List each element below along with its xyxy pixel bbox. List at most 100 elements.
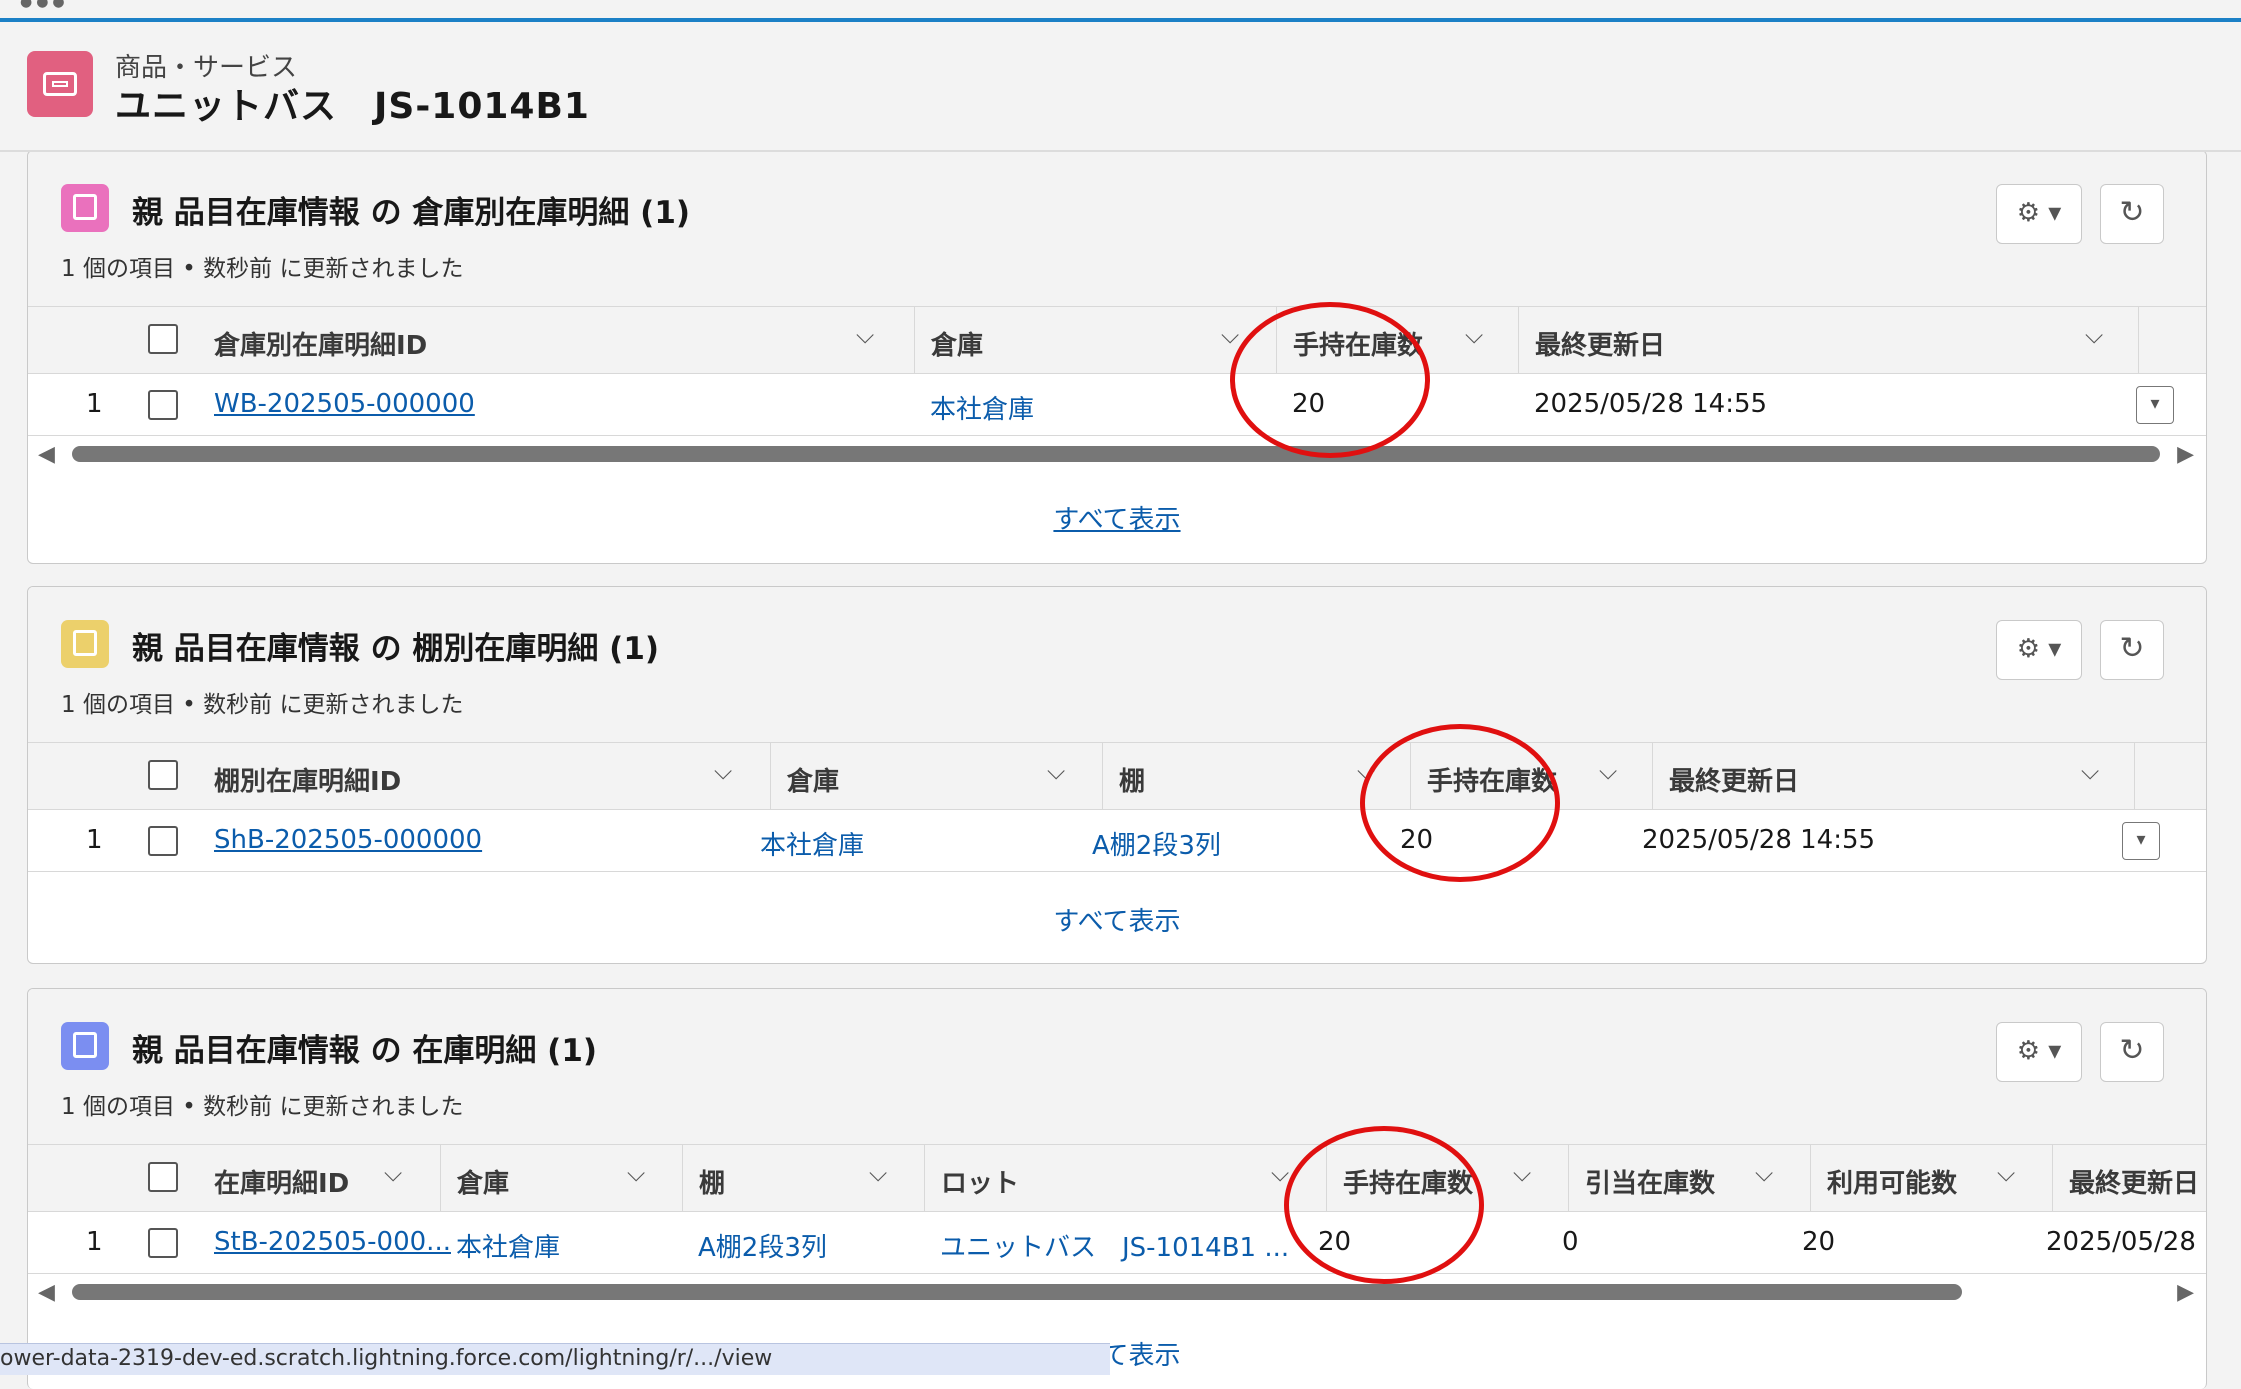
refresh-button[interactable]: ↻ <box>2100 620 2164 680</box>
card-header: 親 品目在庫情報 の 棚別在庫明細 (1) 1 個の項目 • 数秒前 に更新され… <box>28 587 2206 742</box>
chevron-down-icon: ▾ <box>2136 829 2146 850</box>
refresh-button[interactable]: ↻ <box>2100 184 2164 244</box>
row-actions-button[interactable]: ▾ <box>2136 386 2174 424</box>
card-subtitle: 1 個の項目 • 数秒前 に更新されました <box>61 256 464 282</box>
available-qty: 20 <box>1802 1227 1836 1257</box>
horizontal-scrollbar[interactable]: ◀ ▶ <box>28 1274 2206 1310</box>
highlight-circle <box>1360 724 1560 882</box>
view-all-link[interactable]: すべて表示 <box>28 499 2206 536</box>
last-modified: 2025/05/28 14 <box>2046 1227 2206 1257</box>
chevron-down-icon[interactable]: ⌵ <box>1047 757 1065 785</box>
related-list-warehouse-stock: 親 品目在庫情報 の 倉庫別在庫明細 (1) 1 個の項目 • 数秒前 に更新さ… <box>27 150 2207 564</box>
chevron-down-icon[interactable]: ⌵ <box>1221 321 1239 349</box>
scroll-left-icon[interactable]: ◀ <box>38 442 55 467</box>
list-settings-button[interactable]: ⚙ ▾ <box>1996 184 2082 244</box>
shelf-link[interactable]: A棚2段3列 <box>698 1227 827 1264</box>
row-checkbox[interactable] <box>148 1228 178 1258</box>
scroll-right-icon[interactable]: ▶ <box>2177 1280 2194 1305</box>
shelf-link[interactable]: A棚2段3列 <box>1092 825 1221 862</box>
window-top-bar: ●●● <box>0 0 2241 18</box>
table-header: 在庫明細ID ⌵ 倉庫 ⌵ 棚 ⌵ ロット ⌵ 手持在庫数 ⌵ 引当在庫数 ⌵ … <box>28 1144 2206 1212</box>
column-header-actions <box>2134 743 2206 809</box>
chevron-down-icon[interactable]: ⌵ <box>1271 1159 1289 1187</box>
status-url: ower-data-2319-dev-ed.scratch.lightning.… <box>0 1346 773 1371</box>
column-header[interactable]: 在庫明細ID ⌵ <box>198 1145 440 1211</box>
related-list-shelf-stock: 親 品目在庫情報 の 棚別在庫明細 (1) 1 個の項目 • 数秒前 に更新され… <box>27 586 2207 964</box>
card-header: 親 品目在庫情報 の 在庫明細 (1) 1 個の項目 • 数秒前 に更新されまし… <box>28 989 2206 1144</box>
chevron-down-icon[interactable]: ⌵ <box>714 757 732 785</box>
column-header[interactable]: 利用可能数 ⌵ <box>1810 1145 2052 1211</box>
last-modified: 2025/05/28 14:55 <box>1642 825 1876 855</box>
select-all-checkbox[interactable] <box>148 760 178 790</box>
chevron-down-icon[interactable]: ⌵ <box>2081 757 2099 785</box>
column-header[interactable]: 倉庫 ⌵ <box>914 307 1276 373</box>
select-all-checkbox[interactable] <box>148 324 178 354</box>
window-controls-icon: ●●● <box>20 0 69 10</box>
highlight-circle <box>1284 1126 1484 1284</box>
chevron-down-icon[interactable]: ⌵ <box>869 1159 887 1187</box>
chevron-down-icon[interactable]: ⌵ <box>1465 321 1483 349</box>
column-header[interactable]: 棚別在庫明細ID ⌵ <box>198 743 770 809</box>
shelf-icon <box>61 620 109 668</box>
record-id-link[interactable]: StB-202505-000... <box>214 1227 451 1257</box>
product-icon <box>27 51 93 117</box>
card-subtitle: 1 個の項目 • 数秒前 に更新されました <box>61 692 464 718</box>
chevron-down-icon[interactable]: ⌵ <box>1599 757 1617 785</box>
gear-icon: ⚙ ▾ <box>2016 198 2062 228</box>
list-settings-button[interactable]: ⚙ ▾ <box>1996 1022 2082 1082</box>
chevron-down-icon[interactable]: ⌵ <box>856 321 874 349</box>
card-title[interactable]: 親 品目在庫情報 の 倉庫別在庫明細 (1) <box>132 187 690 232</box>
column-header[interactable]: 最終更新日 ⌵ <box>1652 743 2134 809</box>
table-header: 棚別在庫明細ID ⌵ 倉庫 ⌵ 棚 ⌵ 手持在庫数 ⌵ 最終更新日 ⌵ <box>28 742 2206 810</box>
card-title[interactable]: 親 品目在庫情報 の 在庫明細 (1) <box>132 1025 597 1070</box>
gear-icon: ⚙ ▾ <box>2016 1036 2062 1066</box>
table-row: 1 WB-202505-000000 本社倉庫 20 2025/05/28 14… <box>28 374 2206 436</box>
related-list-stock: 親 品目在庫情報 の 在庫明細 (1) 1 個の項目 • 数秒前 に更新されまし… <box>27 988 2207 1389</box>
gear-icon: ⚙ ▾ <box>2016 634 2062 664</box>
horizontal-scrollbar[interactable]: ◀ ▶ <box>28 436 2206 472</box>
table-header: 倉庫別在庫明細ID ⌵ 倉庫 ⌵ 手持在庫数 ⌵ 最終更新日 ⌵ <box>28 306 2206 374</box>
column-header-actions <box>2138 307 2206 373</box>
scrollbar-thumb[interactable] <box>72 446 2160 462</box>
warehouse-link[interactable]: 本社倉庫 <box>760 825 864 862</box>
column-header[interactable]: ロット ⌵ <box>924 1145 1326 1211</box>
list-settings-button[interactable]: ⚙ ▾ <box>1996 620 2082 680</box>
card-header: 親 品目在庫情報 の 倉庫別在庫明細 (1) 1 個の項目 • 数秒前 に更新さ… <box>28 151 2206 306</box>
column-header[interactable]: 倉庫 ⌵ <box>440 1145 682 1211</box>
chevron-down-icon[interactable]: ⌵ <box>384 1159 402 1187</box>
highlight-circle <box>1230 302 1430 458</box>
scroll-left-icon[interactable]: ◀ <box>38 1280 55 1305</box>
table-row: 1 StB-202505-000... 本社倉庫 A棚2段3列 ユニットバス J… <box>28 1212 2206 1274</box>
chevron-down-icon[interactable]: ⌵ <box>2085 321 2103 349</box>
scroll-right-icon[interactable]: ▶ <box>2177 442 2194 467</box>
scrollbar-thumb[interactable] <box>72 1284 1962 1300</box>
chevron-down-icon[interactable]: ⌵ <box>1755 1159 1773 1187</box>
record-id-link[interactable]: ShB-202505-000000 <box>214 825 482 855</box>
column-header[interactable]: 最終更新日 ⌵ <box>1518 307 2138 373</box>
row-checkbox[interactable] <box>148 390 178 420</box>
flag-icon <box>61 1022 109 1070</box>
lot-link[interactable]: ユニットバス JS-1014B1 ... <box>940 1227 1289 1264</box>
row-checkbox[interactable] <box>148 826 178 856</box>
last-modified: 2025/05/28 14:55 <box>1534 389 1768 419</box>
column-header[interactable]: 倉庫 ⌵ <box>770 743 1102 809</box>
column-header[interactable]: 引当在庫数 ⌵ <box>1568 1145 1810 1211</box>
table-row: 1 ShB-202505-000000 本社倉庫 A棚2段3列 20 2025/… <box>28 810 2206 872</box>
warehouse-link[interactable]: 本社倉庫 <box>930 389 1034 426</box>
chevron-down-icon[interactable]: ⌵ <box>627 1159 645 1187</box>
refresh-button[interactable]: ↻ <box>2100 1022 2164 1082</box>
select-all-checkbox[interactable] <box>148 1162 178 1192</box>
record-id-link[interactable]: WB-202505-000000 <box>214 389 475 419</box>
chevron-down-icon[interactable]: ⌵ <box>1513 1159 1531 1187</box>
refresh-icon: ↻ <box>2119 1033 2145 1068</box>
card-title[interactable]: 親 品目在庫情報 の 棚別在庫明細 (1) <box>132 623 659 668</box>
warehouse-link[interactable]: 本社倉庫 <box>456 1227 560 1264</box>
row-actions-button[interactable]: ▾ <box>2122 822 2160 860</box>
column-header[interactable]: 最終更新日 <box>2052 1145 2206 1211</box>
view-all-link[interactable]: すべて表示 <box>28 901 2206 938</box>
record-title: ユニットバス JS-1014B1 <box>115 86 590 127</box>
chevron-down-icon[interactable]: ⌵ <box>1997 1159 2015 1187</box>
chevron-down-icon: ▾ <box>2150 393 2160 414</box>
column-header[interactable]: 棚 ⌵ <box>682 1145 924 1211</box>
column-header[interactable]: 倉庫別在庫明細ID ⌵ <box>198 307 914 373</box>
